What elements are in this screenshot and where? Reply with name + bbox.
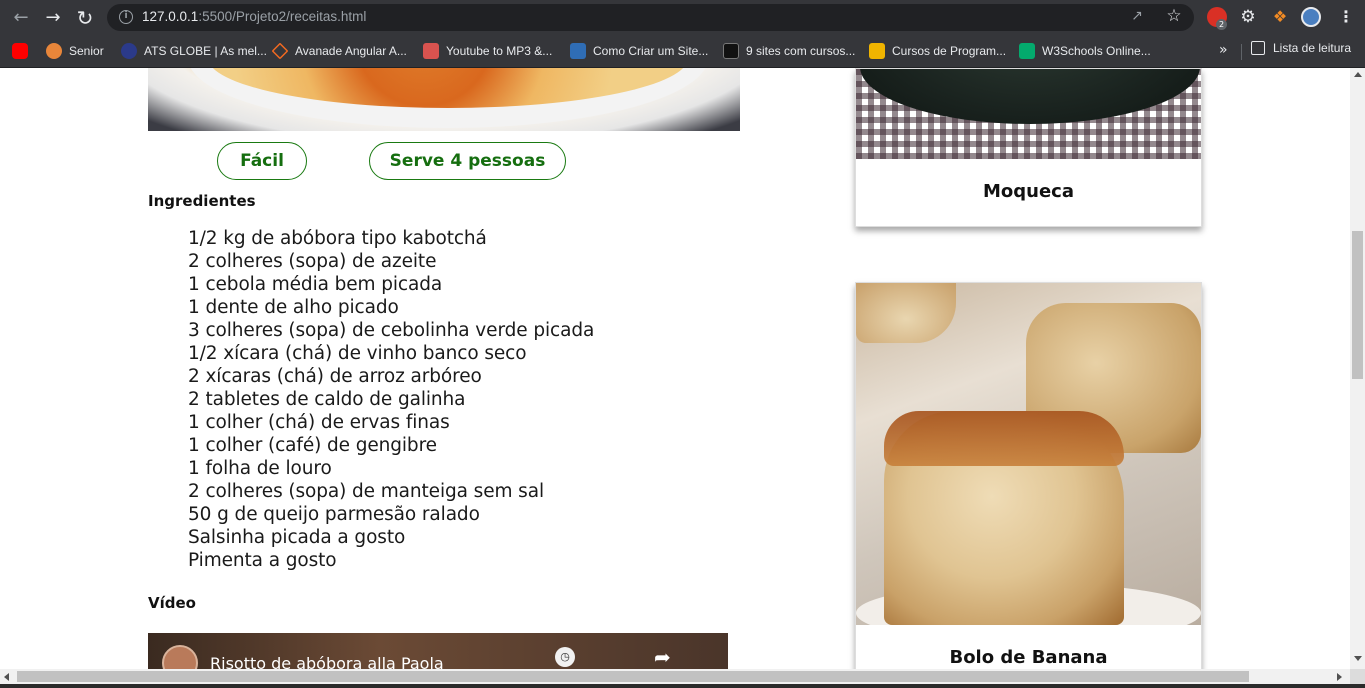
card-title[interactable]: Moqueca <box>856 181 1201 202</box>
settings-gear-icon[interactable]: ⚙ <box>1238 7 1258 27</box>
risotto-image <box>148 68 740 131</box>
bookmark-label: W3Schools Online... <box>1042 44 1151 58</box>
scroll-up-arrow-icon[interactable] <box>1354 72 1362 77</box>
bookmark-label: Cursos de Program... <box>892 44 1007 58</box>
bookmark-avanade[interactable]: Avanade Angular A... <box>271 41 407 61</box>
ingredient-item: Salsinha picada a gosto <box>188 527 406 548</box>
ingredient-item: 1 cebola média bem picada <box>188 274 443 295</box>
cake-slice-top <box>856 283 956 343</box>
horizontal-scrollbar[interactable] <box>0 669 1350 684</box>
share-icon[interactable]: ↗ <box>1128 8 1146 26</box>
wordpress-icon <box>570 43 586 59</box>
bookmark-w3schools[interactable]: W3Schools Online... <box>1019 41 1151 61</box>
bookmarks-bar: Senior ATS GLOBE | As mel... Avanade Ang… <box>0 35 1365 68</box>
ingredient-item: 2 colheres (sopa) de manteiga sem sal <box>188 481 545 502</box>
ats-globe-icon <box>121 43 137 59</box>
bookmark-ats-globe[interactable]: ATS GLOBE | As mel... <box>121 41 267 61</box>
extension-badge: 2 <box>1216 19 1228 30</box>
url-host: 127.0.0.1 <box>142 9 199 24</box>
bookmark-como-criar[interactable]: Como Criar um Site... <box>570 41 708 61</box>
ingredient-item: Pimenta a gosto <box>188 550 337 571</box>
ingredient-item: 1 colher (chá) de ervas finas <box>188 412 450 433</box>
moqueca-image <box>856 69 1201 159</box>
ingredients-list: 1/2 kg de abóbora tipo kabotchá 2 colher… <box>188 227 594 572</box>
share-arrow-icon[interactable]: ➦ <box>654 645 671 669</box>
recipe-card-moqueca[interactable]: Moqueca <box>855 68 1202 227</box>
horizontal-scroll-thumb[interactable] <box>17 671 1249 682</box>
cake-crust <box>884 411 1124 466</box>
bookmark-senior[interactable]: Senior <box>46 41 104 61</box>
bookmark-label: 9 sites com cursos... <box>746 44 856 58</box>
back-arrow-icon[interactable]: ← <box>9 6 33 30</box>
youtube-icon <box>12 43 28 59</box>
sites-icon <box>723 43 739 59</box>
more-bookmarks-icon[interactable]: » <box>1219 42 1228 58</box>
ingredient-item: 1 colher (café) de gengibre <box>188 435 437 456</box>
bookmark-youtube-mp3[interactable]: Youtube to MP3 &... <box>423 41 552 61</box>
scroll-right-arrow-icon[interactable] <box>1337 673 1342 681</box>
page-viewport: Fácil Serve 4 pessoas Ingredientes 1/2 k… <box>0 68 1350 669</box>
window-bottom-edge <box>0 684 1365 688</box>
bookmark-star-icon[interactable]: ☆ <box>1164 6 1184 26</box>
scroll-down-arrow-icon[interactable] <box>1354 656 1362 661</box>
bookmark-label: Youtube to MP3 &... <box>446 44 553 58</box>
ingredients-heading: Ingredientes <box>148 192 256 210</box>
ingredient-item: 3 colheres (sopa) de cebolinha verde pic… <box>188 320 595 341</box>
url-text[interactable]: 127.0.0.1:5500/Projeto2/receitas.html <box>142 9 366 24</box>
vertical-scroll-thumb[interactable] <box>1352 231 1363 379</box>
ingredient-item: 50 g de queijo parmesão ralado <box>188 504 480 525</box>
site-info-icon[interactable]: i <box>119 10 133 24</box>
watch-later-icon[interactable]: ◷ <box>555 647 575 667</box>
kebab-menu-icon[interactable]: ⋮ <box>1336 7 1356 27</box>
bookmark-label: Senior <box>69 44 104 58</box>
bookmark-youtube[interactable] <box>12 41 28 61</box>
cursos-icon <box>869 43 885 59</box>
ingredient-item: 2 tabletes de caldo de galinha <box>188 389 466 410</box>
ingredient-item: 1/2 xícara (chá) de vinho banco seco <box>188 343 527 364</box>
channel-avatar[interactable] <box>162 645 198 669</box>
ingredient-item: 1 dente de alho picado <box>188 297 399 318</box>
profile-avatar[interactable] <box>1301 7 1321 27</box>
ingredient-item: 1/2 kg de abóbora tipo kabotchá <box>188 228 487 249</box>
bookmarks-divider <box>1241 44 1242 60</box>
bookmark-label: Avanade Angular A... <box>295 44 407 58</box>
address-bar[interactable]: i 127.0.0.1:5500/Projeto2/receitas.html … <box>107 4 1194 31</box>
moqueca-pot <box>860 69 1200 124</box>
reload-icon[interactable]: ↻ <box>73 6 97 30</box>
recipe-card-bolo-banana[interactable]: Bolo de Banana <box>855 282 1202 669</box>
risotto-bowl <box>188 68 708 128</box>
bookmark-label: ATS GLOBE | As mel... <box>144 44 267 58</box>
mp3-icon <box>423 43 439 59</box>
video-heading: Vídeo <box>148 594 196 612</box>
w3schools-icon <box>1019 43 1035 59</box>
forward-arrow-icon[interactable]: → <box>41 6 65 30</box>
reading-list-button[interactable]: Lista de leitura <box>1251 41 1351 55</box>
reading-list-label: Lista de leitura <box>1273 41 1352 55</box>
bookmark-9-sites[interactable]: 9 sites com cursos... <box>723 41 855 61</box>
ingredient-item: 2 colheres (sopa) de azeite <box>188 251 437 272</box>
servings-badge: Serve 4 pessoas <box>369 142 566 180</box>
video-title[interactable]: Risotto de abóbora alla Paola <box>210 654 444 669</box>
difficulty-badge: Fácil <box>217 142 307 180</box>
card-title[interactable]: Bolo de Banana <box>856 647 1201 668</box>
avanade-icon <box>271 42 289 60</box>
extensions-puzzle-icon[interactable]: ❖ <box>1270 7 1290 27</box>
url-path: :5500/Projeto2/receitas.html <box>198 9 367 24</box>
scrollbar-corner <box>1350 669 1365 684</box>
bookmark-label: Como Criar um Site... <box>593 44 709 58</box>
reading-list-icon <box>1251 41 1265 55</box>
vertical-scrollbar[interactable] <box>1350 68 1365 669</box>
bookmark-cursos[interactable]: Cursos de Program... <box>869 41 1006 61</box>
browser-toolbar: ← → ↻ i 127.0.0.1:5500/Projeto2/receitas… <box>0 0 1365 35</box>
senior-icon <box>46 43 62 59</box>
banana-cake-image <box>856 283 1201 625</box>
ingredient-item: 1 folha de louro <box>188 458 332 479</box>
youtube-video-embed[interactable]: Risotto de abóbora alla Paola ◷ ➦ <box>148 633 728 669</box>
scroll-left-arrow-icon[interactable] <box>4 673 9 681</box>
ingredient-item: 2 xícaras (chá) de arroz arbóreo <box>188 366 482 387</box>
